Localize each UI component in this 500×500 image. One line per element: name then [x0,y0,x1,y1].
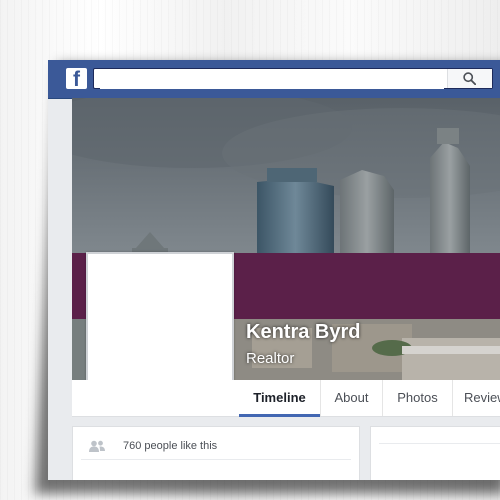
composer-card [370,426,500,480]
page-tab-bar: Timeline About Photos Reviews [72,380,500,417]
divider [379,443,500,444]
search-icon [463,72,476,85]
tab-timeline[interactable]: Timeline [239,380,321,417]
profile-picture[interactable] [86,252,234,400]
top-navigation-bar: f [48,60,500,99]
search-button[interactable] [447,69,492,88]
tab-about[interactable]: About [321,380,383,416]
page-content: I Kentra Byrd Realtor Timeline About Pho… [72,98,500,480]
tab-reviews[interactable]: Reviews [453,380,500,416]
page-title[interactable]: Kentra Byrd [246,321,360,344]
likes-card: 760 people like this [72,426,360,480]
page-category: Realtor [246,350,295,367]
browser-mockup: f Kentra Byrd Realtor Timeline About Pho… [48,60,500,480]
divider [81,459,351,460]
facebook-logo-icon[interactable]: f [66,68,87,91]
search-box[interactable] [93,68,493,89]
likes-count-text[interactable]: 760 people like this [123,440,217,452]
logo-letter: f [73,68,80,91]
search-input[interactable] [100,70,444,89]
tab-photos[interactable]: Photos [383,380,453,416]
people-icon [89,440,105,452]
